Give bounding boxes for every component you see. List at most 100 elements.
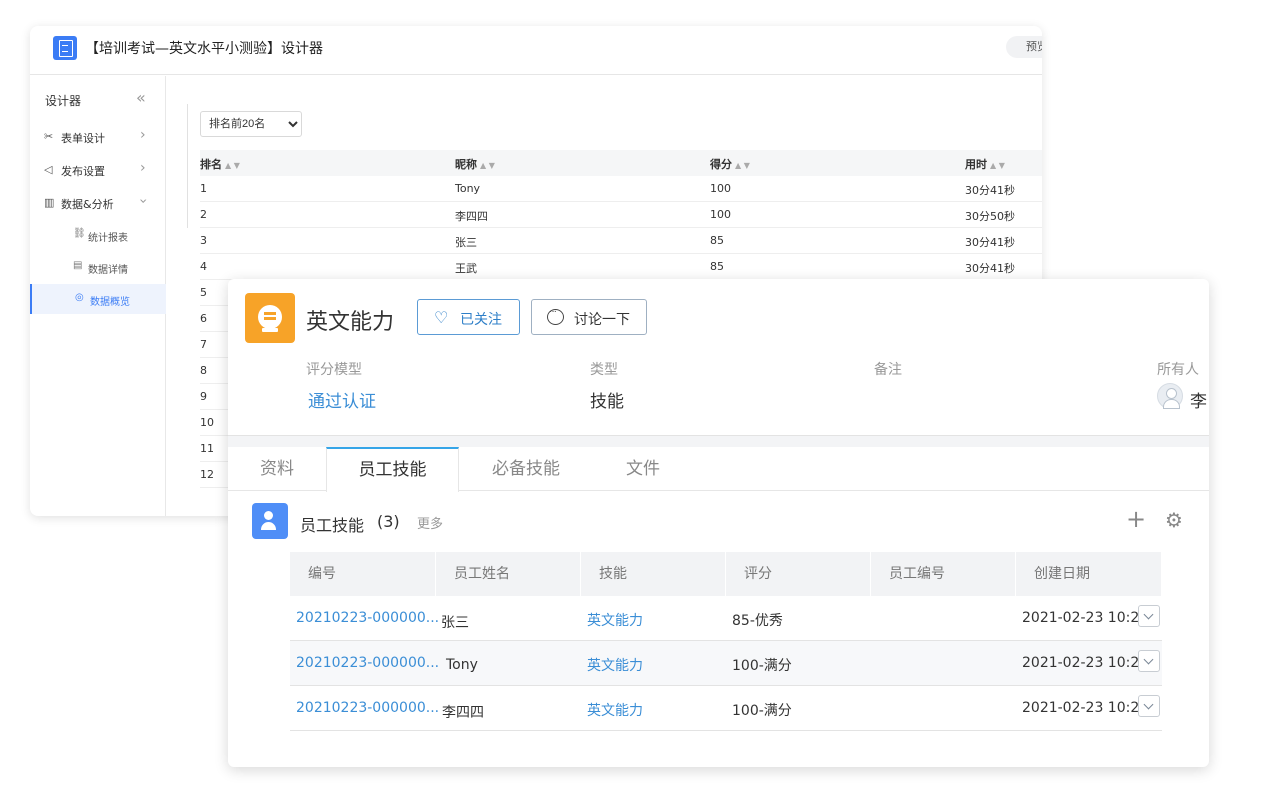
skill-link[interactable]: 英文能力 [587, 655, 643, 675]
table-cell: 3 [200, 234, 207, 247]
sidebar-item-publish-settings[interactable]: ◁ 发布设置 › [30, 156, 166, 184]
follow-button[interactable]: ♡ 已关注 [417, 299, 520, 335]
table-cell: 7 [200, 338, 207, 351]
designer-header: 【培训考试—英文水平小测验】设计器 预览 [30, 26, 1042, 75]
header-rating[interactable]: 评分 [726, 552, 871, 596]
avatar[interactable] [1157, 383, 1183, 409]
divider [187, 104, 188, 228]
skill-link[interactable]: 英文能力 [587, 610, 643, 630]
table-cell: 100 [710, 182, 731, 195]
sort-icon[interactable]: ▲ ▼ [990, 161, 1005, 170]
sort-icon[interactable]: ▲ ▼ [735, 161, 750, 170]
tab-profile[interactable]: 资料 [228, 447, 326, 491]
link-icon: ⛓ [73, 228, 86, 239]
table-cell: 8 [200, 364, 207, 377]
created-date: 2021-02-23 10:27 [1022, 655, 1149, 671]
discuss-label: 讨论一下 [574, 311, 630, 327]
sidebar-subitem-data-overview[interactable]: ◎ 数据概览 [30, 284, 166, 314]
record-id-link[interactable]: 20210223-000000... [296, 610, 439, 626]
table-row: 20210223-000000... 李四四 英文能力 100-满分 2021-02-2… [290, 686, 1162, 731]
table-row: 2 李四四 100 30分50秒 [200, 202, 1042, 228]
skill-link[interactable]: 英文能力 [587, 700, 643, 720]
header-label: 用时 [965, 158, 987, 171]
preview-button[interactable]: 预览 [1006, 36, 1042, 58]
skill-tabs: 资料 员工技能 必备技能 文件 [228, 447, 1209, 492]
meta-label-notes: 备注 [874, 362, 902, 378]
table-cell: 30分41秒 [965, 236, 1015, 249]
row-actions-dropdown-icon[interactable] [1138, 695, 1160, 717]
add-icon[interactable]: + [1126, 505, 1146, 533]
tab-employee-skills[interactable]: 员工技能 [326, 447, 459, 492]
chevron-down-icon: › [134, 198, 151, 204]
employee-name: Tony [446, 657, 478, 673]
employee-skills-table-header: 编号 员工姓名 技能 评分 员工编号 创建日期 [290, 552, 1162, 596]
compass-icon: ◎ [75, 292, 84, 303]
table-cell: 1 [200, 182, 207, 195]
skill-badge-icon [245, 293, 295, 343]
send-icon: ◁ [44, 163, 53, 176]
sidebar-subitem-data-details[interactable]: ▤ 数据详情 [30, 252, 166, 282]
gear-icon[interactable]: ⚙ [1165, 508, 1183, 532]
section-separator [228, 435, 1209, 447]
employee-name: 李四四 [442, 705, 484, 721]
sort-icon[interactable]: ▲ ▼ [225, 161, 240, 170]
designer-sidebar: 设计器 « ✂ 表单设计 › ◁ 发布设置 › ▥ 数据&分析 › ⛓ 统计报表… [30, 76, 166, 516]
bar-chart-icon: ▥ [44, 196, 55, 209]
header-created-date[interactable]: 创建日期 [1016, 552, 1162, 596]
chevron-right-icon: › [140, 160, 146, 176]
record-id-link[interactable]: 20210223-000000... [296, 655, 439, 671]
table-cell: 张三 [455, 236, 477, 249]
meta-label-owner: 所有人 [1157, 362, 1199, 378]
sidebar-item-data-analysis[interactable]: ▥ 数据&分析 › [30, 189, 166, 217]
sidebar-subitem-stats-report[interactable]: ⛓ 统计报表 [30, 220, 166, 250]
row-actions-dropdown-icon[interactable] [1138, 650, 1160, 672]
skill-title: 英文能力 [306, 310, 395, 335]
designer-title: 【培训考试—英文水平小测验】设计器 [85, 41, 323, 57]
table-row: 4 王武 85 30分41秒 [200, 254, 1042, 280]
table-cell: 100 [710, 208, 731, 221]
clipboard-icon: ▤ [73, 260, 83, 271]
header-time[interactable]: 用时 ▲ ▼ [965, 156, 1005, 172]
tab-files[interactable]: 文件 [593, 447, 693, 491]
more-link[interactable]: 更多 [417, 513, 443, 532]
table-cell: 5 [200, 286, 207, 299]
table-cell: 李四四 [455, 210, 488, 223]
sidebar-title: 设计器 [45, 94, 82, 108]
header-score[interactable]: 得分 ▲ ▼ [710, 156, 750, 172]
header-employee-name[interactable]: 员工姓名 [436, 552, 581, 596]
table-cell: 9 [200, 390, 207, 403]
meta-value-type: 技能 [590, 392, 624, 412]
collapse-sidebar-icon[interactable]: « [136, 88, 146, 107]
skill-card-window: 英文能力 ♡ 已关注 讨论一下 评分模型 通过认证 类型 技能 备注 所有人 李… [228, 279, 1209, 767]
header-rank[interactable]: 排名 ▲ ▼ [200, 156, 240, 172]
employee-skills-table: 编号 员工姓名 技能 评分 员工编号 创建日期 20210223-000000.… [290, 552, 1162, 731]
table-row: 20210223-000000... Tony 英文能力 100-满分 2021-02-… [290, 641, 1162, 686]
header-nickname[interactable]: 昵称 ▲ ▼ [455, 156, 495, 172]
header-skill[interactable]: 技能 [581, 552, 726, 596]
header-label: 得分 [710, 158, 732, 171]
rating-value: 100-满分 [732, 703, 792, 719]
rank-filter-select[interactable]: 排名前20名 [200, 111, 302, 137]
sort-icon[interactable]: ▲ ▼ [480, 161, 495, 170]
table-row: 20210223-000000... 张三 英文能力 85-优秀 2021-02-23 … [290, 596, 1162, 641]
discuss-button[interactable]: 讨论一下 [531, 299, 647, 335]
rating-value: 100-满分 [732, 658, 792, 674]
sidebar-subitem-label: 统计报表 [88, 233, 128, 244]
header-id[interactable]: 编号 [290, 552, 436, 596]
table-cell: 王武 [455, 262, 477, 275]
tab-required-skills[interactable]: 必备技能 [459, 447, 593, 491]
section-title: 员工技能 [300, 516, 365, 535]
meta-label-scoring-model: 评分模型 [306, 362, 362, 378]
meta-value-scoring-model[interactable]: 通过认证 [308, 387, 376, 412]
table-cell: 6 [200, 312, 207, 325]
owner-name[interactable]: 李 [1190, 387, 1207, 412]
record-id-link[interactable]: 20210223-000000... [296, 700, 439, 716]
rating-value: 85-优秀 [732, 613, 783, 629]
header-employee-no[interactable]: 员工编号 [871, 552, 1016, 596]
sidebar-item-label: 数据&分析 [61, 198, 114, 211]
table-cell: 10 [200, 416, 214, 429]
row-actions-dropdown-icon[interactable] [1138, 605, 1160, 627]
meta-label-type: 类型 [590, 362, 618, 378]
sidebar-item-form-design[interactable]: ✂ 表单设计 › [30, 123, 166, 151]
chat-bubble-icon [547, 306, 564, 325]
